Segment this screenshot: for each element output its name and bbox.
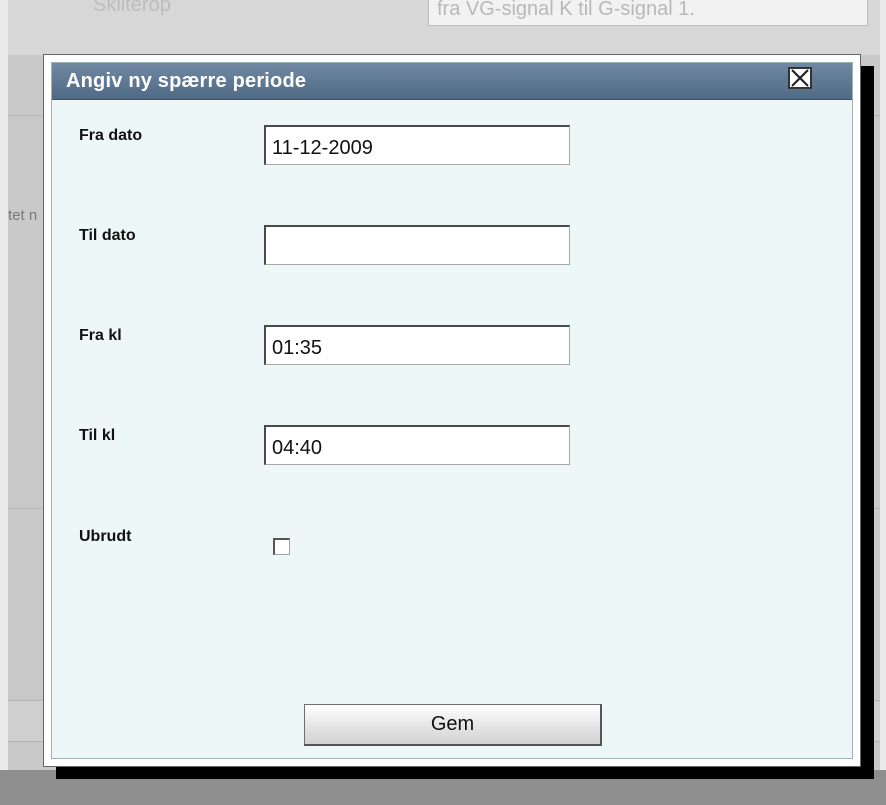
background-left-edge <box>0 0 8 805</box>
save-button[interactable]: Gem <box>304 704 602 746</box>
close-icon[interactable] <box>788 67 812 89</box>
fra-dato-label: Fra dato <box>79 127 143 144</box>
background-cut-text: tet n <box>8 207 38 224</box>
fra-dato-input[interactable] <box>264 125 570 165</box>
fra-kl-label: Fra kl <box>79 327 122 344</box>
dialog-titlebar: Angiv ny spærre periode <box>52 63 852 100</box>
til-kl-label: Til kl <box>79 427 116 444</box>
til-dato-label: Til dato <box>79 227 136 244</box>
til-kl-input[interactable] <box>264 425 570 465</box>
background-right-edge <box>880 0 886 805</box>
dialog-body: Angiv ny spærre periode Fra dato Til dat… <box>51 62 853 759</box>
background-top-label: Skilterop <box>93 0 171 16</box>
spaerre-periode-dialog: Angiv ny spærre periode Fra dato Til dat… <box>43 54 861 767</box>
til-dato-input[interactable] <box>264 225 570 265</box>
ubrudt-label: Ubrudt <box>79 528 132 545</box>
dialog-title: Angiv ny spærre periode <box>66 70 307 92</box>
fra-kl-input[interactable] <box>264 325 570 365</box>
background-top-field: fra VG-signal K til G-signal 1. <box>428 0 868 26</box>
ubrudt-checkbox[interactable] <box>273 538 290 555</box>
background-top-section: Skilterop fra VG-signal K til G-signal 1… <box>8 0 880 55</box>
